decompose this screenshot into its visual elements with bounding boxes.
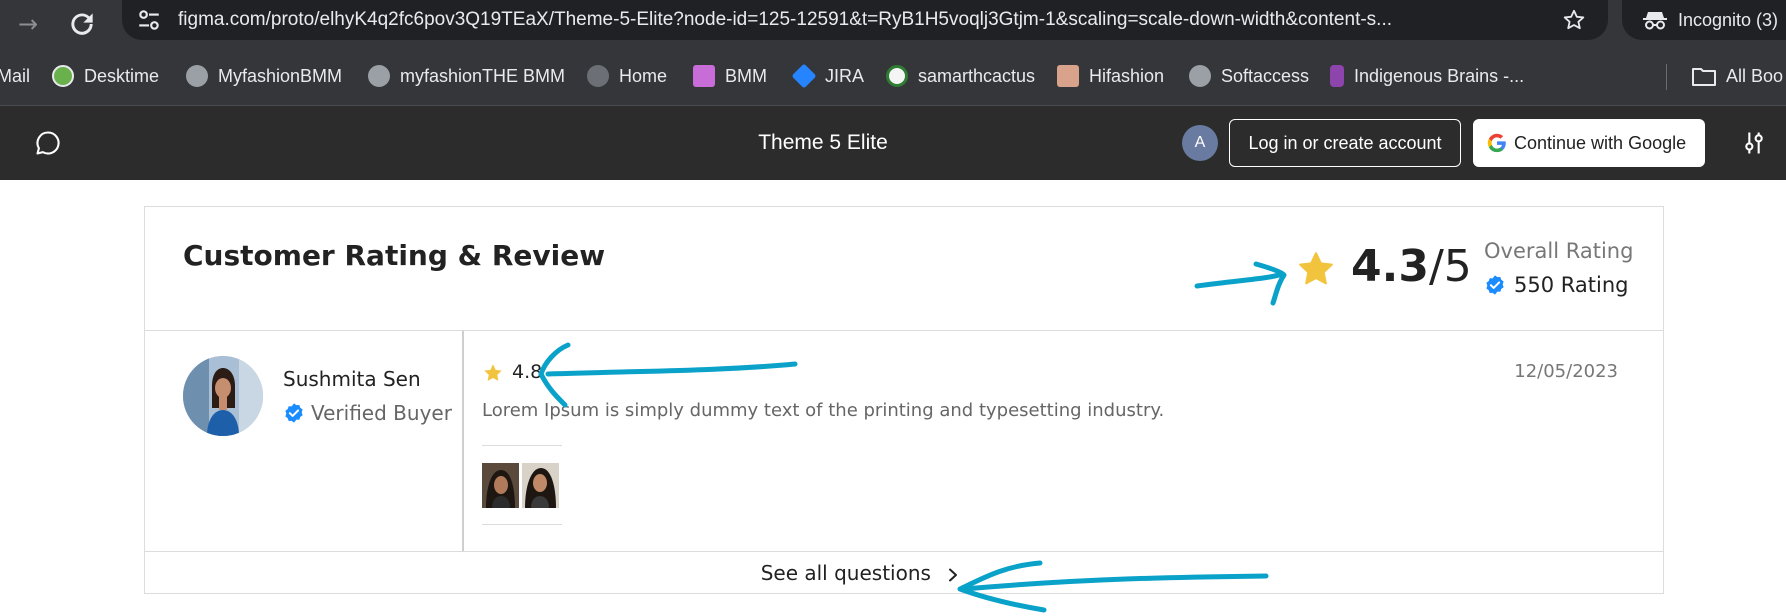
see-all-questions-label: See all questions — [760, 561, 931, 585]
bookmark-bmm[interactable]: BMM — [693, 62, 767, 90]
reload-icon[interactable] — [66, 8, 98, 40]
bookmark-label: Home — [619, 65, 668, 86]
bookmark-myfashionthe-bmm[interactable]: myfashionTHE BMM — [368, 62, 565, 90]
review-photos — [482, 445, 562, 525]
review-section-title: Customer Rating & Review — [183, 239, 606, 272]
review-content: 4.8 12/05/2023 Lorem Ipsum is simply dum… — [482, 331, 1662, 551]
bookmark-desktime[interactable]: Desktime — [52, 62, 159, 90]
overall-score: 4.3/5 — [1351, 241, 1472, 293]
globe-icon — [587, 65, 609, 87]
bookmark-label: myfashionTHE BMM — [400, 65, 566, 86]
incognito-indicator[interactable]: Incognito (3) — [1622, 0, 1786, 40]
verified-badge-icon — [1486, 275, 1504, 295]
incognito-icon — [1643, 12, 1667, 30]
folder-icon — [1692, 68, 1716, 86]
overall-score-max: /5 — [1428, 241, 1472, 292]
bookmark-all-bookmarks[interactable]: All Boo — [1692, 62, 1783, 90]
review-photo-thumbnail[interactable] — [482, 463, 519, 508]
rating-count: 550 Rating — [1484, 273, 1628, 297]
review-date: 12/05/2023 — [1514, 361, 1618, 382]
user-avatar[interactable]: A — [1182, 125, 1218, 161]
bookmark-label: samarthcactus — [918, 65, 1036, 86]
customer-review-card: Customer Rating & Review 4.3/5 Overall R… — [144, 206, 1664, 594]
bookmark-softaccess[interactable]: Softaccess — [1189, 62, 1309, 90]
reviewer-name: Sushmita Sen — [283, 367, 421, 391]
globe-icon — [1189, 65, 1211, 87]
verified-buyer-badge: Verified Buyer — [283, 401, 452, 425]
browser-toolbar: → figma.com/proto/elhyK4q2fc6pov3Q19TEaX… — [0, 0, 1786, 46]
prototype-header: Theme 5 Elite A Log in or create account… — [0, 106, 1786, 180]
bookmark-label: Desktime — [84, 65, 160, 86]
bookmark-samarthcactus[interactable]: samarthcactus — [886, 62, 1035, 90]
review-rating: 4.8 — [512, 361, 543, 383]
reviewer-info: Sushmita Sen Verified Buyer — [145, 331, 464, 551]
bookmark-star-icon[interactable] — [1562, 8, 1586, 32]
url-text[interactable]: figma.com/proto/elhyK4q2fc6pov3Q19TEaX/T… — [178, 0, 1528, 40]
site-settings-icon[interactable] — [136, 7, 162, 33]
login-button[interactable]: Log in or create account — [1229, 119, 1461, 167]
overall-rating-label: Overall Rating — [1484, 239, 1634, 263]
bookmark-label: Mail — [0, 65, 31, 86]
bookmark-label: All Boo — [1726, 65, 1784, 86]
verified-badge-icon — [285, 403, 303, 423]
cactus-icon — [886, 65, 908, 87]
chevron-right-icon — [949, 568, 958, 581]
bookmark-jira[interactable]: JIRA — [791, 62, 865, 90]
address-bar[interactable]: figma.com/proto/elhyK4q2fc6pov3Q19TEaX/T… — [122, 0, 1608, 40]
bookmarks-divider — [1666, 64, 1667, 90]
reviewer-avatar — [183, 356, 263, 436]
review-photo-thumbnail[interactable] — [522, 463, 559, 508]
options-sliders-icon[interactable] — [1740, 129, 1768, 157]
jira-icon — [791, 63, 817, 89]
bookmark-myfashionbmm[interactable]: MyfashionBMM — [186, 62, 342, 90]
bmm-icon — [693, 65, 715, 87]
reviewer-photo — [183, 356, 263, 436]
indigenous-icon — [1330, 65, 1344, 87]
star-icon — [484, 364, 502, 381]
review-card-header: Customer Rating & Review 4.3/5 Overall R… — [145, 207, 1663, 331]
bookmark-label: MyfashionBMM — [218, 65, 343, 86]
bookmark-label: Softaccess — [1221, 65, 1310, 86]
rating-count-label: 550 Rating — [1514, 273, 1629, 297]
bookmark-mail[interactable]: Mail — [0, 62, 30, 90]
review-card-footer: See all questions — [145, 551, 1663, 593]
hifashion-icon — [1057, 65, 1079, 87]
bookmark-label: JIRA — [825, 65, 865, 86]
star-icon — [1299, 252, 1333, 285]
bookmark-home[interactable]: Home — [587, 62, 667, 90]
bookmark-label: BMM — [725, 65, 767, 86]
overall-score-value: 4.3 — [1351, 241, 1429, 292]
globe-icon — [368, 65, 390, 87]
desktime-icon — [52, 65, 74, 87]
continue-with-google-button[interactable]: Continue with Google — [1473, 119, 1705, 167]
google-icon — [1487, 133, 1506, 153]
review-item: Sushmita Sen Verified Buyer 4.8 12/05/20… — [145, 331, 1663, 551]
review-text: Lorem Ipsum is simply dummy text of the … — [482, 400, 1165, 421]
bookmarks-bar: Mail Desktime MyfashionBMM myfashionTHE … — [0, 46, 1786, 106]
bookmark-hifashion[interactable]: Hifashion — [1057, 62, 1164, 90]
bookmark-indigenous-brains[interactable]: Indigenous Brains -... — [1330, 62, 1524, 90]
see-all-questions-link[interactable]: See all questions — [145, 552, 1575, 594]
bookmark-label: Hifashion — [1089, 65, 1165, 86]
google-button-label: Continue with Google — [1514, 133, 1687, 153]
forward-icon[interactable]: → — [12, 8, 44, 40]
incognito-label: Incognito (3) — [1678, 10, 1779, 30]
bookmark-label: Indigenous Brains -... — [1354, 65, 1525, 86]
verified-buyer-label: Verified Buyer — [311, 401, 452, 425]
globe-icon — [186, 65, 208, 87]
